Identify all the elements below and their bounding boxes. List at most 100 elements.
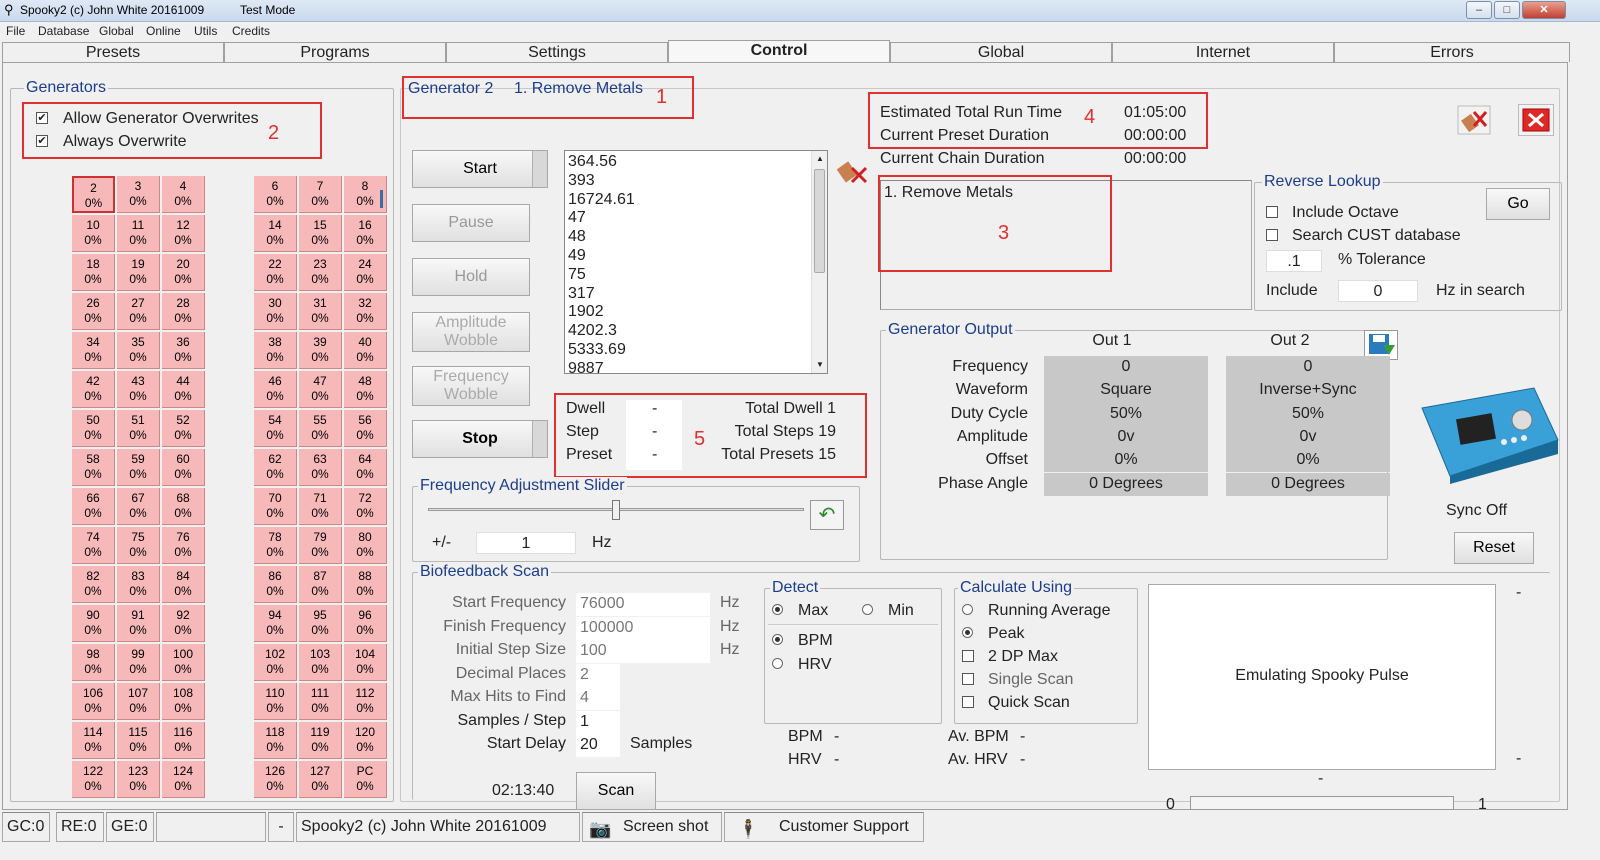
frequency-list-item[interactable]: 47 — [568, 209, 827, 228]
generator-cell[interactable]: 26 0% — [72, 293, 115, 330]
generator-cell[interactable]: 102 0% — [254, 644, 297, 681]
generator-cell[interactable]: 48 0% — [344, 371, 387, 408]
hold-button[interactable]: Hold — [412, 258, 530, 296]
menu-utils[interactable]: Utils — [194, 24, 217, 38]
generator-cell[interactable]: 108 0% — [162, 683, 205, 720]
frequency-list-item[interactable]: 364.56 — [568, 153, 827, 172]
generator-cell[interactable]: 120 0% — [344, 722, 387, 759]
scroll-down-icon[interactable]: ▼ — [812, 357, 827, 373]
reset-button[interactable]: Reset — [1454, 532, 1534, 564]
generator-cell[interactable]: 14 0% — [254, 215, 297, 252]
generator-cell[interactable]: 87 0% — [299, 566, 342, 603]
generator-cell[interactable]: 84 0% — [162, 566, 205, 603]
generator-cell[interactable]: 119 0% — [299, 722, 342, 759]
generator-cell[interactable]: 83 0% — [117, 566, 160, 603]
generator-cell[interactable]: 27 0% — [117, 293, 160, 330]
maximize-icon[interactable]: □ — [1494, 1, 1520, 19]
menu-database[interactable]: Database — [38, 24, 89, 38]
generator-cell[interactable]: 82 0% — [72, 566, 115, 603]
dp2-max-checkbox[interactable] — [962, 650, 974, 662]
generator-cell[interactable]: 12 0% — [162, 215, 205, 252]
single-scan-checkbox[interactable] — [962, 673, 974, 685]
generator-cell[interactable]: 103 0% — [299, 644, 342, 681]
generator-cell[interactable]: 67 0% — [117, 488, 160, 525]
bio-field-input[interactable]: 20 — [576, 734, 620, 757]
generator-cell[interactable]: 60 0% — [162, 449, 205, 486]
frequency-list-item[interactable]: 4202.3 — [568, 322, 827, 341]
go-button[interactable]: Go — [1486, 188, 1550, 220]
generator-cell[interactable]: 42 0% — [72, 371, 115, 408]
generator-cell[interactable]: 92 0% — [162, 605, 205, 642]
generator-cell[interactable]: 23 0% — [299, 254, 342, 291]
generator-cell[interactable]: 68 0% — [162, 488, 205, 525]
generator-cell[interactable]: 35 0% — [117, 332, 160, 369]
running-average-radio[interactable] — [962, 604, 973, 615]
tolerance-input[interactable]: .1 — [1266, 250, 1322, 272]
generator-cell[interactable]: 11 0% — [117, 215, 160, 252]
bio-field-input[interactable]: 76000 — [576, 593, 710, 616]
generator-cell[interactable]: 3 0% — [117, 176, 160, 213]
peak-radio[interactable] — [962, 627, 973, 638]
bio-field-input[interactable]: 1 — [576, 710, 620, 734]
generator-cell[interactable]: 30 0% — [254, 293, 297, 330]
scroll-thumb[interactable] — [814, 169, 825, 273]
frequency-list[interactable]: 364.56 393 16724.61 47 48 49 75 317 1902 4202.3 53… — [564, 150, 828, 374]
generator-cell[interactable]: 123 0% — [117, 761, 160, 798]
bio-field-input[interactable]: 100000 — [576, 616, 710, 640]
generator-cell[interactable]: 50 0% — [72, 410, 115, 447]
generator-cell[interactable]: 94 0% — [254, 605, 297, 642]
tab-control[interactable]: Control — [668, 40, 890, 62]
frequency-list-item[interactable]: 49 — [568, 247, 827, 266]
generator-cell[interactable]: 71 0% — [299, 488, 342, 525]
generator-cell[interactable]: 126 0% — [254, 761, 297, 798]
frequency-list-item[interactable]: 393 — [568, 172, 827, 191]
generator-cell[interactable]: 18 0% — [72, 254, 115, 291]
generator-cell[interactable]: 32 0% — [344, 293, 387, 330]
generator-cell[interactable]: 98 0% — [72, 644, 115, 681]
tab-global[interactable]: Global — [890, 42, 1112, 62]
generator-cell[interactable]: 122 0% — [72, 761, 115, 798]
generator-cell[interactable]: 59 0% — [117, 449, 160, 486]
frequency-list-item[interactable]: 16724.61 — [568, 191, 827, 210]
menu-global[interactable]: Global — [99, 24, 134, 38]
include-hz-input[interactable]: 0 — [1338, 280, 1418, 302]
frequency-list-item[interactable]: 75 — [568, 266, 827, 285]
start-button[interactable]: Start — [412, 150, 548, 188]
generator-cell[interactable]: 75 0% — [117, 527, 160, 564]
generator-cell[interactable]: 38 0% — [254, 332, 297, 369]
frequency-list-item[interactable]: 48 — [568, 228, 827, 247]
bio-field-input[interactable]: 100 — [576, 640, 710, 663]
erase-icon[interactable] — [1456, 104, 1492, 136]
generator-cell[interactable]: 111 0% — [299, 683, 342, 720]
close-icon[interactable]: ✕ — [1522, 1, 1566, 19]
generator-cell[interactable]: 124 0% — [162, 761, 205, 798]
generator-cell[interactable]: 10 0% — [72, 215, 115, 252]
generator-cell[interactable]: 63 0% — [299, 449, 342, 486]
tab-errors[interactable]: Errors — [1334, 42, 1570, 62]
amplitude-wobble-button[interactable]: Amplitude Wobble — [412, 312, 530, 352]
bio-field-input[interactable]: 4 — [576, 687, 620, 710]
generator-cell[interactable]: 107 0% — [117, 683, 160, 720]
generator-cell[interactable]: 80 0% — [344, 527, 387, 564]
generator-cell[interactable]: 90 0% — [72, 605, 115, 642]
frequency-list-scrollbar[interactable]: ▲ ▼ — [811, 151, 827, 373]
generator-cell[interactable]: 2 0% — [72, 176, 115, 213]
tab-presets[interactable]: Presets — [2, 42, 224, 62]
generator-cell[interactable]: 79 0% — [299, 527, 342, 564]
generator-cell[interactable]: 44 0% — [162, 371, 205, 408]
generator-cell[interactable]: 91 0% — [117, 605, 160, 642]
generator-cell[interactable]: 99 0% — [117, 644, 160, 681]
generator-cell[interactable]: 19 0% — [117, 254, 160, 291]
generator-cell[interactable]: 114 0% — [72, 722, 115, 759]
generator-cell[interactable]: 76 0% — [162, 527, 205, 564]
close-program-icon[interactable] — [1518, 104, 1554, 136]
scroll-up-icon[interactable]: ▲ — [812, 151, 827, 167]
generator-cell[interactable]: 46 0% — [254, 371, 297, 408]
generator-cell[interactable]: 78 0% — [254, 527, 297, 564]
generator-cell[interactable]: 55 0% — [299, 410, 342, 447]
frequency-list-item[interactable]: 5333.69 — [568, 341, 827, 360]
detect-bpm-radio[interactable] — [772, 634, 783, 645]
generator-cell[interactable]: 104 0% — [344, 644, 387, 681]
scan-button[interactable]: Scan — [576, 772, 656, 810]
generator-cell[interactable]: 43 0% — [117, 371, 160, 408]
